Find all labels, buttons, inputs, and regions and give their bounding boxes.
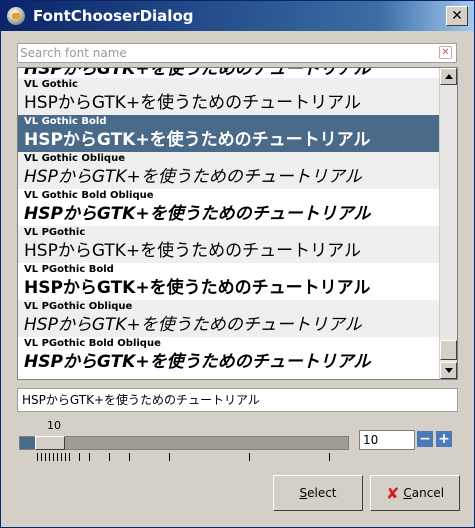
font-list-items: HSPからGTK+を使うためのチュートリアル VL Gothic HSPからGTK… — [18, 68, 440, 379]
scroll-up-button[interactable] — [440, 68, 457, 85]
scroll-thumb[interactable] — [440, 340, 457, 360]
font-list-item[interactable]: VL Gothic HSPからGTK+を使うためのチュートリアル — [18, 78, 440, 115]
list-item-sample: HSPからGTK+を使うためのチュートリアル — [24, 68, 371, 78]
slider-tick — [37, 453, 38, 461]
slider-tick — [249, 453, 250, 461]
preview-text-field[interactable]: HSPからGTK+を使うためのチュートリアル — [17, 388, 458, 412]
font-name-label: VL PGothic Oblique — [24, 301, 133, 312]
vertical-scrollbar[interactable] — [439, 68, 457, 379]
cancel-label: ancel — [411, 486, 445, 500]
font-chooser-window: FontChooserDialog ✕ ✕ HSPからGTK+を使うためのチュー… — [0, 0, 475, 528]
font-list-item[interactable]: VL PGothic Bold Oblique HSPからGTK+を使うためのチュ… — [18, 337, 440, 374]
font-sample-text: HSPからGTK+を使うためのチュートリアル — [24, 130, 371, 150]
size-slider[interactable] — [19, 436, 349, 450]
search-box: ✕ — [17, 43, 457, 63]
slider-tick — [57, 453, 58, 461]
size-slider-value: 10 — [47, 419, 61, 432]
font-list-item[interactable]: VL Gothic Oblique HSPからGTK+を使うためのチュートリアル — [18, 152, 440, 189]
slider-tick — [129, 453, 130, 461]
cancel-icon: ✘ — [385, 483, 400, 503]
window-title: FontChooserDialog — [33, 7, 194, 25]
font-sample-text: HSPからGTK+を使うためのチュートリアル — [24, 241, 361, 261]
size-slider-thumb[interactable] — [35, 436, 65, 450]
app-icon — [7, 7, 25, 25]
slider-tick — [109, 453, 110, 461]
scroll-down-button[interactable] — [440, 362, 457, 379]
size-slider-ticks — [19, 453, 349, 465]
clear-search-icon[interactable]: ✕ — [439, 46, 452, 59]
font-sample-text: HSPからGTK+を使うためのチュートリアル — [24, 167, 362, 187]
font-sample-text: HSPからGTK+を使うためのチュートリアル — [24, 278, 371, 298]
slider-tick — [89, 453, 90, 461]
close-button[interactable]: ✕ — [446, 6, 468, 26]
font-sample-text: HSPからGTK+を使うためのチュートリアル — [24, 93, 361, 113]
font-name-label: VL Gothic — [24, 79, 78, 90]
font-list-item[interactable]: VL Gothic Bold Oblique HSPからGTK+を使うためのチュー… — [18, 189, 440, 226]
increase-size-button[interactable]: + — [436, 431, 452, 447]
font-list-item[interactable]: VL PGothic Bold HSPからGTK+を使うためのチュートリアル — [18, 263, 440, 300]
font-list: HSPからGTK+を使うためのチュートリアル VL Gothic HSPからGTK… — [17, 67, 458, 380]
font-name-label: VL Gothic Bold — [24, 116, 107, 127]
slider-tick — [65, 453, 66, 461]
plus-icon[interactable]: + — [438, 431, 450, 447]
font-name-label: VL Gothic Bold Oblique — [24, 190, 154, 201]
font-name-label: VL Gothic Oblique — [24, 153, 125, 164]
select-button[interactable]: Select — [273, 475, 363, 511]
font-sample-text: HSPからGTK+を使うためのチュートリアル — [24, 352, 371, 372]
font-list-item[interactable]: VL PGothic HSPからGTK+を使うためのチュートリアル — [18, 226, 440, 263]
decrease-size-button[interactable]: − — [417, 431, 433, 447]
select-mnemonic: S — [299, 486, 308, 500]
slider-tick — [45, 453, 46, 461]
font-sample-text: HSPからGTK+を使うためのチュートリアル — [24, 315, 362, 335]
font-sample-text: HSPからGTK+を使うためのチュートリアル — [24, 204, 371, 224]
close-icon[interactable]: ✕ — [451, 8, 463, 24]
slider-tick — [79, 453, 80, 461]
list-item-partial[interactable]: HSPからGTK+を使うためのチュートリアル — [18, 68, 440, 78]
font-name-label: VL PGothic Bold Oblique — [24, 338, 161, 349]
slider-tick — [41, 453, 42, 461]
font-list-item[interactable]: VL Gothic Bold HSPからGTK+を使うためのチュートリアル — [18, 115, 440, 152]
select-label: elect — [307, 486, 337, 500]
slider-tick — [169, 453, 170, 461]
size-spin-input[interactable]: 10 — [359, 430, 415, 450]
slider-tick — [49, 453, 50, 461]
slider-tick — [69, 453, 70, 461]
search-input[interactable] — [20, 45, 430, 61]
font-name-label: VL PGothic — [24, 227, 86, 238]
title-bar: FontChooserDialog ✕ — [1, 1, 474, 31]
slider-tick — [61, 453, 62, 461]
slider-tick — [53, 453, 54, 461]
slider-tick — [329, 453, 330, 461]
cancel-mnemonic: C — [403, 486, 412, 500]
minus-icon[interactable]: − — [419, 431, 431, 447]
font-list-item[interactable]: VL PGothic Oblique HSPからGTK+を使うためのチュートリアル — [18, 300, 440, 337]
cancel-button[interactable]: ✘ Cancel — [370, 475, 460, 511]
font-name-label: VL PGothic Bold — [24, 264, 114, 275]
